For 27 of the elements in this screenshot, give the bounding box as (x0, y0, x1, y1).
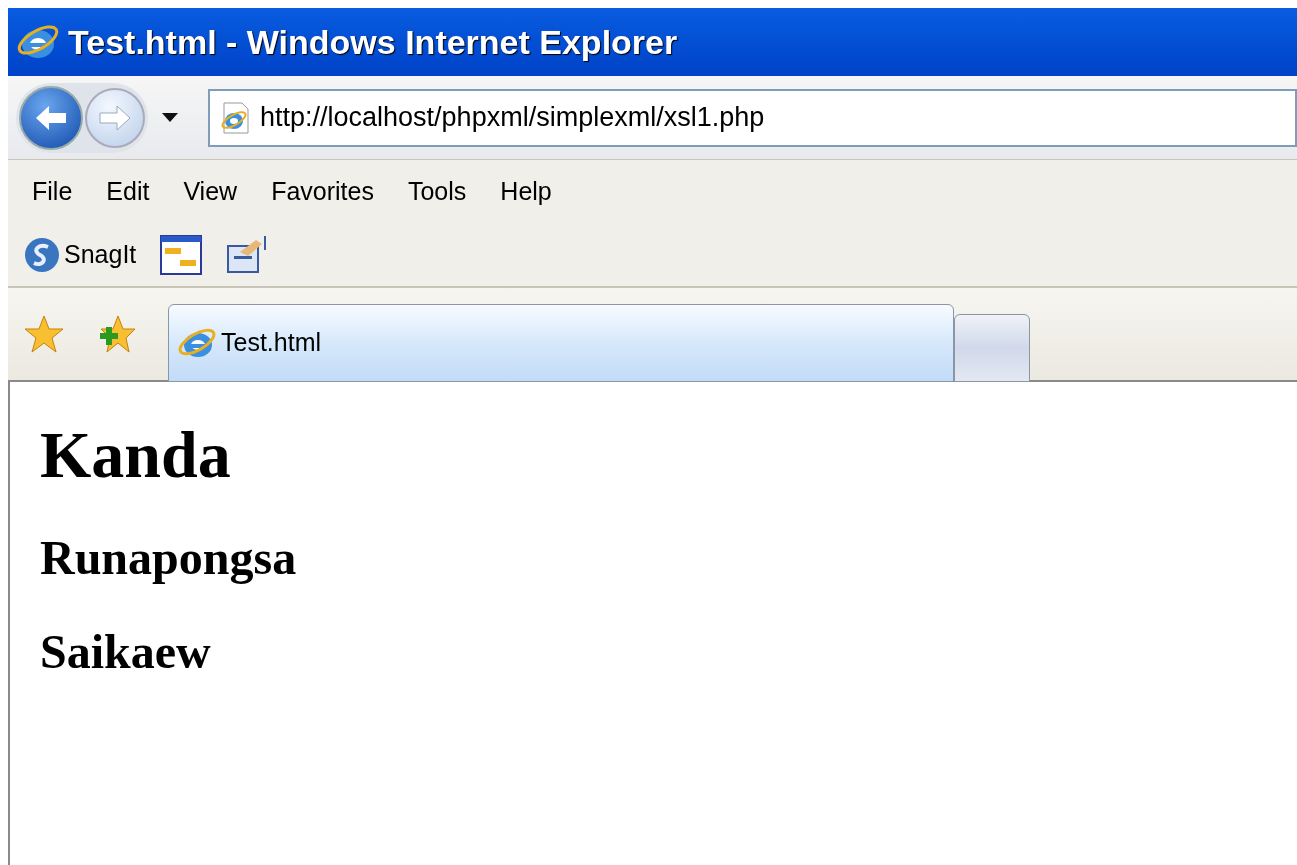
new-tab-button[interactable] (954, 314, 1030, 382)
swirl-icon (24, 237, 60, 273)
document-pencil-icon (226, 234, 269, 276)
star-icon (24, 314, 64, 354)
edit-page-button[interactable] (226, 234, 269, 276)
menu-item[interactable]: File (24, 173, 90, 211)
heading: Kanda (40, 422, 232, 488)
favorites-button[interactable] (24, 314, 64, 354)
snagit-button[interactable]: SnagIt (24, 236, 137, 274)
caret-icon (162, 112, 178, 123)
window-layout-icon (160, 234, 203, 276)
window-title: Test.html - Windows Internet Explorer (68, 21, 678, 63)
tab[interactable]: Test.html (168, 304, 954, 382)
right-arrow-icon (98, 103, 132, 132)
menu-item[interactable]: View (166, 173, 255, 211)
menu-item[interactable]: Favorites (254, 173, 391, 211)
subheading: Saikaew (40, 628, 212, 676)
page-icon (218, 100, 252, 135)
menu-item[interactable]: Tools (390, 173, 484, 211)
menu-item[interactable]: Edit (89, 173, 167, 211)
address-field[interactable]: http://localhost/phpxml/simplexml/xsl1.php (208, 88, 1297, 147)
back-button[interactable] (19, 85, 83, 150)
url-text: http://localhost/phpxml/simplexml/xsl1.php (260, 101, 765, 135)
left-arrow-icon (34, 103, 68, 132)
menu-item[interactable]: Help (483, 173, 569, 211)
subheading: Runapongsa (40, 534, 298, 582)
window-layout-button[interactable] (160, 234, 203, 276)
